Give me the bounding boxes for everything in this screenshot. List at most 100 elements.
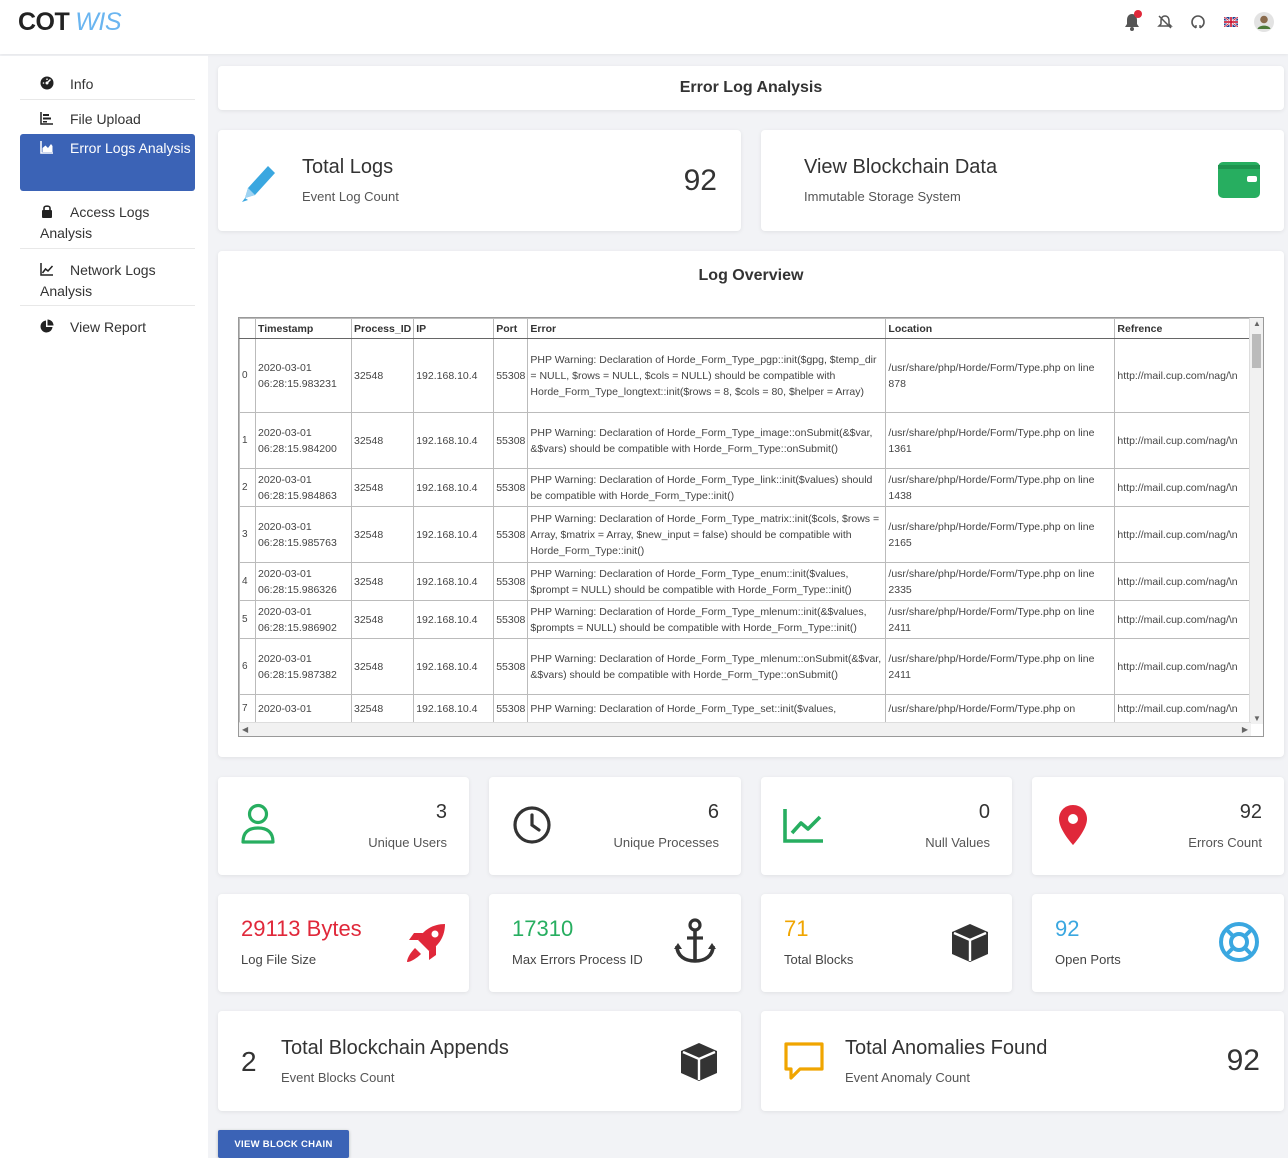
cell-port: 55308 [493, 694, 529, 723]
vertical-scrollbar[interactable]: ▲ ▼ [1249, 318, 1263, 724]
sidebar-item-label: Network Logs Analysis [40, 262, 156, 299]
flag-icon[interactable] [1221, 12, 1241, 32]
stat-label: Unique Processes [613, 835, 720, 850]
anomalies-title: Total Anomalies Found [845, 1037, 1048, 1059]
cell-timestamp: 2020-03-01 06:28:15.984863 [255, 468, 352, 507]
cell-error: PHP Warning: Declaration of Horde_Form_T… [527, 338, 887, 413]
cell-location: /usr/share/php/Horde/Form/Type.php on li… [885, 562, 1116, 601]
clock-icon [513, 806, 551, 844]
user-avatar[interactable] [1254, 12, 1274, 32]
total-logs-subtitle: Event Log Count [302, 189, 399, 204]
scroll-right-icon[interactable]: ▶ [1242, 725, 1248, 734]
stat-card-errors-count: 92 Errors Count [1032, 777, 1284, 875]
table-row[interactable]: 0 2020-03-01 06:28:15.983231 32548 192.168.… [239, 338, 1258, 413]
horizontal-scrollbar[interactable]: ◀ ▶ [239, 722, 1251, 736]
table-row[interactable]: 6 2020-03-01 06:28:15.987382 32548 192.168.… [239, 638, 1258, 695]
total-logs-value: 92 [683, 164, 717, 197]
cell-reference: http://mail.cup.com/nag/\n [1114, 694, 1258, 723]
column-header-ip[interactable]: IP [413, 318, 495, 339]
blockchain-card-title: View Blockchain Data [804, 156, 998, 178]
column-header-location[interactable]: Location [885, 318, 1116, 339]
cell-port: 55308 [493, 506, 529, 563]
cell-reference: http://mail.cup.com/nag/\n [1114, 600, 1258, 639]
table-row[interactable]: 5 2020-03-01 06:28:15.986902 32548 192.168.… [239, 600, 1258, 639]
cell-process-id: 32548 [350, 638, 415, 695]
metric-value: 71 [784, 916, 809, 941]
column-header-reference[interactable]: Refrence [1114, 318, 1258, 339]
cell-port: 55308 [493, 338, 529, 413]
cell-process-id: 32548 [350, 412, 415, 469]
table-row[interactable]: 2 2020-03-01 06:28:15.984863 32548 192.168.… [239, 468, 1258, 507]
metric-card-max-errors-pid: 17310 Max Errors Process ID [489, 894, 741, 992]
stat-card-null-values: 0 Null Values [761, 777, 1012, 875]
view-blockchain-card[interactable]: View Blockchain Data Immutable Storage S… [761, 130, 1284, 231]
cell-process-id: 32548 [350, 562, 415, 601]
log-table-container[interactable]: Timestamp Process_ID IP Port Error Locat… [238, 317, 1264, 737]
appends-subtitle: Event Blocks Count [281, 1070, 395, 1085]
stat-label: Errors Count [1188, 835, 1262, 850]
wallet-icon [1218, 162, 1260, 198]
cell-index: 5 [239, 600, 256, 639]
sidebar-item-error-logs[interactable]: Error Logs Analysis [20, 134, 195, 191]
cell-ip: 192.168.10.4 [413, 412, 495, 469]
cell-port: 55308 [493, 468, 529, 507]
sidebar-divider [20, 248, 195, 249]
metric-value: 17310 [512, 916, 574, 941]
notifications-icon[interactable] [1122, 10, 1142, 32]
stat-card-unique-processes: 6 Unique Processes [489, 777, 741, 875]
cell-index: 1 [239, 412, 256, 469]
cell-port: 55308 [493, 562, 529, 601]
anomalies-subtitle: Event Anomaly Count [845, 1070, 971, 1085]
column-header-timestamp[interactable]: Timestamp [255, 318, 352, 339]
cell-error: PHP Warning: Declaration of Horde_Form_T… [527, 562, 887, 601]
cell-process-id: 32548 [350, 338, 415, 413]
line-chart-icon [783, 809, 823, 843]
cell-location: /usr/share/php/Horde/Form/Type.php on li… [885, 468, 1116, 507]
lifebuoy-icon [1219, 922, 1259, 962]
sidebar-item-view-report[interactable]: View Report [20, 313, 195, 342]
sidebar-item-file-upload[interactable]: File Upload [20, 105, 195, 134]
table-row[interactable]: 4 2020-03-01 06:28:15.986326 32548 192.168.… [239, 562, 1258, 601]
cell-location: /usr/share/php/Horde/Form/Type.php on li… [885, 412, 1116, 469]
app-logo[interactable]: COT WIS [18, 8, 121, 37]
table-row[interactable]: 1 2020-03-01 06:28:15.984200 32548 192.168.… [239, 412, 1258, 469]
map-pin-icon [1059, 805, 1087, 845]
view-block-chain-button[interactable]: VIEW BLOCK CHAIN [218, 1130, 349, 1158]
top-bar: COT WIS [0, 0, 1288, 54]
cell-timestamp: 2020-03-01 [255, 694, 352, 723]
speech-bubble-icon [784, 1042, 824, 1080]
metric-label: Max Errors Process ID [512, 952, 643, 967]
log-overview-title: Log Overview [698, 267, 804, 284]
table-row[interactable]: 3 2020-03-01 06:28:15.985763 32548 192.168.… [239, 506, 1258, 563]
scroll-thumb[interactable] [1252, 334, 1261, 368]
total-logs-title: Total Logs [302, 156, 394, 178]
column-header-index[interactable] [239, 318, 256, 339]
stat-label: Null Values [925, 835, 990, 850]
log-table: Timestamp Process_ID IP Port Error Locat… [239, 318, 1258, 723]
sidebar-item-access-logs[interactable]: Access Logs Analysis [20, 198, 195, 248]
sidebar-item-label: File Upload [70, 111, 141, 127]
column-header-error[interactable]: Error [527, 318, 887, 339]
page-header-card: Error Log Analysis [218, 66, 1284, 110]
cell-location: /usr/share/php/Horde/Form/Type.php on li… [885, 638, 1116, 695]
bell-off-icon[interactable] [1155, 12, 1175, 32]
cell-error: PHP Warning: Declaration of Horde_Form_T… [527, 600, 887, 639]
scroll-down-icon[interactable]: ▼ [1253, 714, 1261, 723]
column-header-port[interactable]: Port [493, 318, 529, 339]
table-row[interactable]: 7 2020-03-01 32548 192.168.10.4 55308 PHP War… [239, 694, 1258, 723]
github-icon[interactable] [1188, 12, 1208, 32]
metric-value: 92 [1055, 916, 1080, 941]
scroll-up-icon[interactable]: ▲ [1253, 319, 1261, 328]
column-header-process-id[interactable]: Process_ID [350, 318, 415, 339]
sidebar-divider [20, 305, 195, 306]
sidebar-item-info[interactable]: Info [20, 70, 195, 99]
cell-timestamp: 2020-03-01 06:28:15.985763 [255, 506, 352, 563]
sidebar-divider [20, 99, 195, 100]
sidebar-item-network-logs[interactable]: Network Logs Analysis [20, 256, 195, 306]
cell-reference: http://mail.cup.com/nag/\n [1114, 338, 1258, 413]
cell-process-id: 32548 [350, 600, 415, 639]
rocket-icon [407, 924, 445, 962]
stat-value: 0 [978, 801, 990, 823]
page-title: Error Log Analysis [679, 79, 823, 96]
scroll-left-icon[interactable]: ◀ [242, 725, 248, 734]
